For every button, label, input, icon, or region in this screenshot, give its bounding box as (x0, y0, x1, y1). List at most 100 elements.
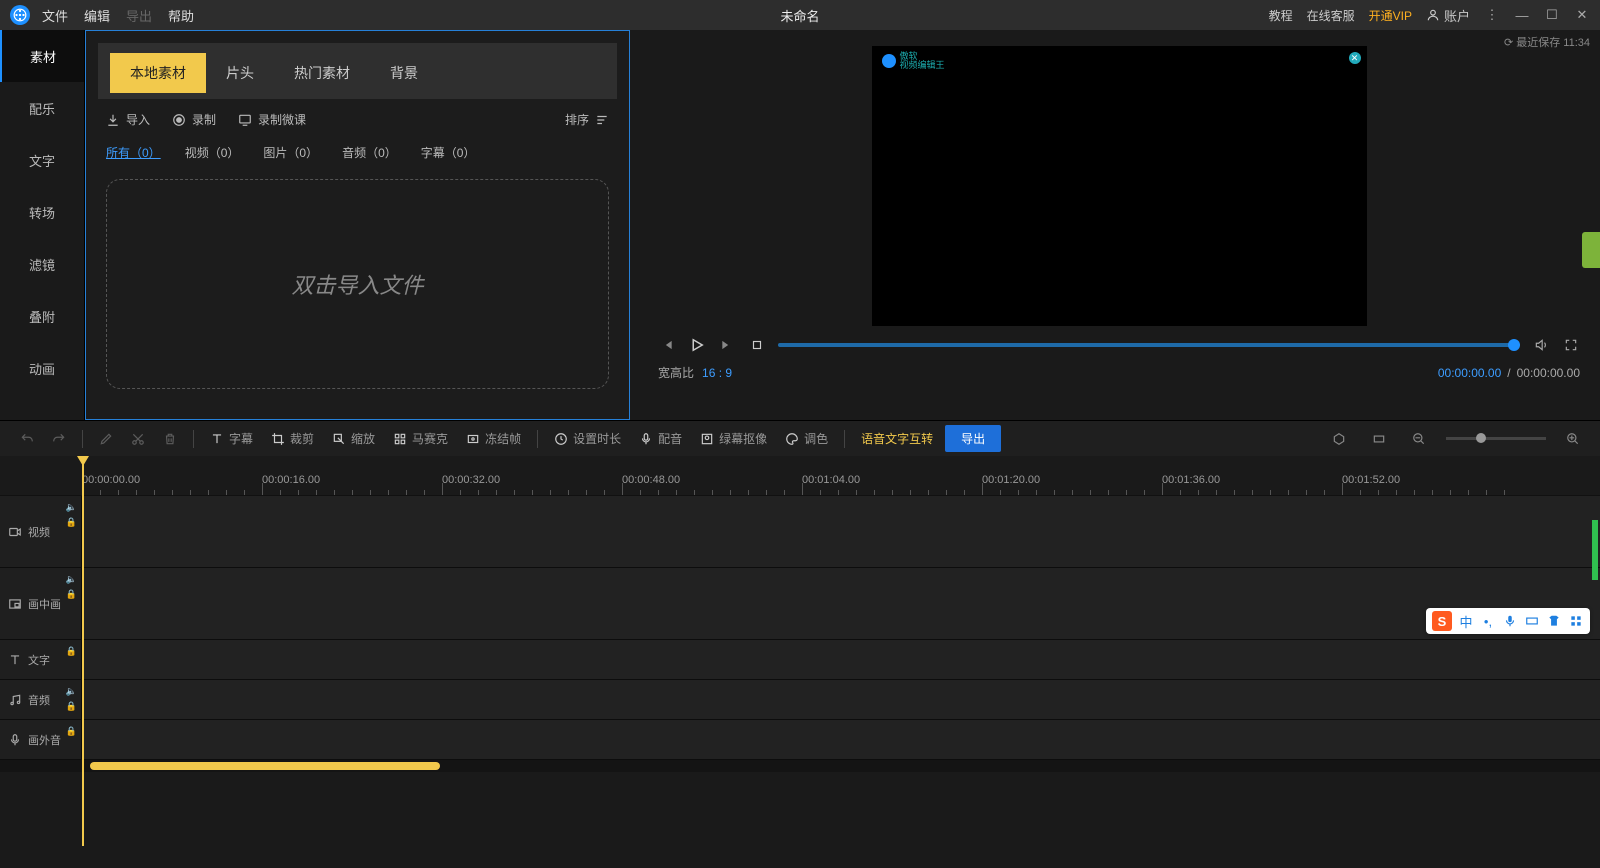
filter-audio[interactable]: 音频（0） (342, 144, 397, 161)
sogou-icon[interactable]: S (1432, 611, 1452, 631)
rail-filter[interactable]: 滤镜 (0, 238, 84, 290)
zoom-in-button[interactable] (1560, 428, 1586, 450)
tab-bg[interactable]: 背景 (370, 53, 438, 93)
link-tutorial[interactable]: 教程 (1269, 7, 1293, 24)
left-rail: 素材 配乐 文字 转场 滤镜 叠附 动画 (0, 30, 85, 420)
ime-toolbar[interactable]: S 中 •, (1426, 608, 1590, 634)
zoom-knob[interactable] (1476, 433, 1486, 443)
volume-button[interactable] (1532, 336, 1550, 354)
link-support[interactable]: 在线客服 (1307, 7, 1355, 24)
zoom-slider[interactable] (1446, 437, 1546, 440)
edit-button[interactable] (93, 428, 119, 450)
side-tab[interactable] (1582, 232, 1600, 268)
tab-hot[interactable]: 热门素材 (274, 53, 370, 93)
dub-tool[interactable]: 配音 (633, 426, 688, 451)
speaker-icon[interactable]: 🔈 (66, 686, 77, 697)
rail-transition[interactable]: 转场 (0, 186, 84, 238)
track-pip[interactable]: 画中画🔈🔒 (0, 568, 1600, 640)
sort-button[interactable]: 排序 (565, 111, 609, 128)
undo-button[interactable] (14, 428, 40, 450)
voice-text-tool[interactable]: 语音文字互转 (855, 426, 939, 451)
export-button[interactable]: 导出 (945, 425, 1001, 452)
speaker-icon[interactable]: 🔈 (66, 574, 77, 585)
ime-mic-icon[interactable] (1502, 613, 1518, 629)
ruler-tick: 00:00:48.00 (622, 474, 680, 486)
lock-icon[interactable]: 🔒 (66, 517, 77, 528)
filter-all[interactable]: 所有（0） (106, 144, 161, 161)
filter-subtitle[interactable]: 字幕（0） (421, 144, 476, 161)
crop-tool[interactable]: 裁剪 (265, 426, 320, 451)
ime-punct[interactable]: •, (1480, 613, 1496, 629)
menu-edit[interactable]: 编辑 (84, 6, 110, 25)
rail-text[interactable]: 文字 (0, 134, 84, 186)
track-text[interactable]: 文字🔒 (0, 640, 1600, 680)
mosaic-tool[interactable]: 马赛克 (387, 426, 454, 451)
rail-animation[interactable]: 动画 (0, 342, 84, 394)
freeze-tool[interactable]: 冻结帧 (460, 426, 527, 451)
rail-overlay[interactable]: 叠附 (0, 290, 84, 342)
delete-button[interactable] (157, 428, 183, 450)
timeline-ruler[interactable]: 00:00:00.0000:00:16.0000:00:32.0000:00:4… (0, 456, 1600, 496)
play-button[interactable] (688, 336, 706, 354)
filter-image[interactable]: 图片（0） (263, 144, 318, 161)
next-frame-button[interactable] (718, 336, 736, 354)
playhead[interactable] (82, 456, 84, 846)
ruler-tick: 00:00:00.00 (82, 474, 140, 486)
lock-icon[interactable]: 🔒 (66, 646, 77, 657)
greenscreen-tool[interactable]: 绿幕抠像 (694, 426, 773, 451)
stop-button[interactable] (748, 336, 766, 354)
track-audio[interactable]: 音频🔈🔒 (0, 680, 1600, 720)
scrollbar-thumb[interactable] (90, 762, 440, 770)
track-video[interactable]: 视频🔈🔒 (0, 496, 1600, 568)
ime-lang[interactable]: 中 (1458, 613, 1474, 629)
aspect-value[interactable]: 16 : 9 (702, 366, 732, 380)
menu-file[interactable]: 文件 (42, 6, 68, 25)
rail-music[interactable]: 配乐 (0, 82, 84, 134)
menu-help[interactable]: 帮助 (168, 6, 194, 25)
import-dropzone[interactable]: 双击导入文件 (106, 179, 609, 389)
zoom-tool[interactable]: 缩放 (326, 426, 381, 451)
close-button[interactable]: ✕ (1574, 7, 1590, 23)
ruler-tick: 00:01:20.00 (982, 474, 1040, 486)
more-icon[interactable]: ⋮ (1484, 7, 1500, 23)
prev-frame-button[interactable] (658, 336, 676, 354)
cut-button[interactable] (125, 428, 151, 450)
watermark-close-icon[interactable]: ✕ (1349, 52, 1361, 64)
video-preview[interactable]: 傲软视频编辑王 ✕ (872, 46, 1367, 326)
rail-material[interactable]: 素材 (0, 30, 84, 82)
speaker-icon[interactable]: 🔈 (66, 502, 77, 513)
lock-icon[interactable]: 🔒 (66, 589, 77, 600)
screen-icon (238, 113, 252, 127)
subtitle-tool[interactable]: 字幕 (204, 426, 259, 451)
link-vip[interactable]: 开通VIP (1369, 7, 1412, 24)
duration-tool[interactable]: 设置时长 (548, 426, 627, 451)
filter-video[interactable]: 视频（0） (185, 144, 240, 161)
minimize-button[interactable]: — (1514, 7, 1530, 23)
ime-keyboard-icon[interactable] (1524, 613, 1540, 629)
marker-tool[interactable] (1326, 428, 1352, 450)
record-micro-button[interactable]: 录制微课 (238, 111, 306, 128)
fit-tool[interactable] (1366, 428, 1392, 450)
tab-local[interactable]: 本地素材 (110, 53, 206, 93)
record-button[interactable]: 录制 (172, 111, 216, 128)
ime-grid-icon[interactable] (1568, 613, 1584, 629)
watermark-icon (882, 54, 896, 68)
import-button[interactable]: 导入 (106, 111, 150, 128)
track-voice[interactable]: 画外音🔒 (0, 720, 1600, 760)
fullscreen-button[interactable] (1562, 336, 1580, 354)
playback-progress[interactable] (778, 343, 1520, 347)
zoom-out-button[interactable] (1406, 428, 1432, 450)
tab-intro[interactable]: 片头 (206, 53, 274, 93)
sort-icon (595, 113, 609, 127)
timeline-tracks: 视频🔈🔒 画中画🔈🔒 文字🔒 音频🔈🔒 画外音🔒 (0, 496, 1600, 772)
account-menu[interactable]: 账户 (1426, 6, 1470, 25)
lock-icon[interactable]: 🔒 (66, 726, 77, 737)
timeline-scrollbar[interactable] (0, 760, 1600, 772)
color-tool[interactable]: 调色 (779, 426, 834, 451)
maximize-button[interactable]: ☐ (1544, 7, 1560, 23)
ime-skin-icon[interactable] (1546, 613, 1562, 629)
progress-knob[interactable] (1508, 339, 1520, 351)
lock-icon[interactable]: 🔒 (66, 701, 77, 712)
menu-export[interactable]: 导出 (126, 6, 152, 25)
redo-button[interactable] (46, 428, 72, 450)
